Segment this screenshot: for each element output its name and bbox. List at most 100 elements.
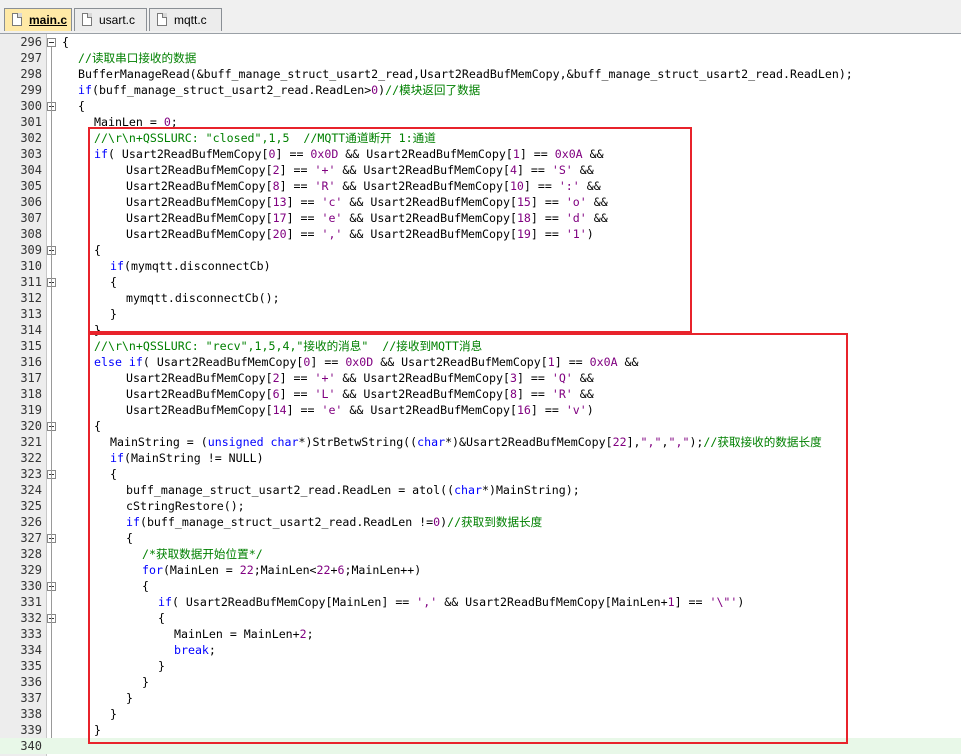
code-token: 14 — [272, 403, 287, 417]
code-line[interactable]: 315 //\r\n+QSSLURC: "recv",1,5,4,"接收的消息" … — [0, 338, 961, 354]
code-line[interactable]: 325 cStringRestore(); — [0, 498, 961, 514]
line-number: 313 — [20, 307, 42, 321]
code-line[interactable]: 332 { — [0, 610, 961, 626]
line-number: 312 — [20, 291, 42, 305]
code-line[interactable]: 296 { — [0, 34, 961, 50]
code-line[interactable]: 317 Usart2ReadBufMemCopy[2] == '+' && Usa… — [0, 370, 961, 386]
code-line[interactable]: 303 if( Usart2ReadBufMemCopy[0] == 0x0D &… — [0, 146, 961, 162]
code-token: ( Usart2ReadBufMemCopy[MainLen] == — [171, 595, 417, 609]
tab-mqtt-c[interactable]: mqtt.c — [149, 8, 222, 31]
code-token: 'R' — [314, 179, 336, 193]
line-number: 339 — [20, 723, 42, 737]
code-line[interactable]: 319 Usart2ReadBufMemCopy[14] == 'e' && Us… — [0, 402, 961, 418]
code-token: 22 — [612, 435, 627, 449]
code-line[interactable]: 324 buff_manage_struct_usart2_read.ReadLe… — [0, 482, 961, 498]
code-line[interactable]: 331 if( Usart2ReadBufMemCopy[MainLen] == … — [0, 594, 961, 610]
line-number: 308 — [20, 227, 42, 241]
code-line[interactable]: 329 for(MainLen = 22;MainLen<22+6;MainLen… — [0, 562, 961, 578]
code-token: ] == — [279, 179, 315, 193]
code-line[interactable]: 338} — [0, 706, 961, 722]
code-text: } — [126, 690, 133, 706]
line-number: 320 — [20, 419, 42, 433]
code-line[interactable]: 297 //读取串口接收的数据 — [0, 50, 961, 66]
line-number: 334 — [20, 643, 42, 657]
code-line[interactable]: 300 { — [0, 98, 961, 114]
code-token: && — [572, 387, 594, 401]
line-number: 300 — [20, 99, 42, 113]
code-token: 13 — [272, 195, 287, 209]
code-line[interactable]: 310 if(mymqtt.disconnectCb) — [0, 258, 961, 274]
code-token: { — [94, 243, 101, 257]
tab-main-c[interactable]: main.c — [4, 8, 72, 31]
code-line[interactable]: 309 { — [0, 242, 961, 258]
code-line[interactable]: 333 MainLen = MainLen+2; — [0, 626, 961, 642]
code-line[interactable]: 306 Usart2ReadBufMemCopy[13] == 'c' && Us… — [0, 194, 961, 210]
code-token: ], — [626, 435, 641, 449]
code-text: break; — [174, 642, 216, 658]
code-line[interactable]: 321 MainString = (unsigned char*)StrBetwS… — [0, 434, 961, 450]
line-number: 336 — [20, 675, 42, 689]
line-number: 327 — [20, 531, 42, 545]
code-line[interactable]: 311 { — [0, 274, 961, 290]
code-token: 0x0A — [554, 147, 583, 161]
line-number: 333 — [20, 627, 42, 641]
fold-toggle-icon[interactable] — [47, 38, 56, 47]
code-token: 2 — [272, 163, 280, 177]
code-line[interactable]: 305 Usart2ReadBufMemCopy[8] == 'R' && Usa… — [0, 178, 961, 194]
line-number: 331 — [20, 595, 42, 609]
code-token: ] == — [279, 163, 315, 177]
code-token: ] == — [519, 147, 555, 161]
code-line[interactable]: 304 Usart2ReadBufMemCopy[2] == '+' && Usa… — [0, 162, 961, 178]
code-token: /*获取数据开始位置*/ — [142, 547, 263, 561]
code-token: { — [142, 579, 149, 593]
line-number: 299 — [20, 83, 42, 97]
code-text: { — [142, 578, 149, 594]
code-token: if — [78, 83, 92, 97]
tab-usart-c[interactable]: usart.c — [74, 8, 147, 31]
code-line[interactable]: 313} — [0, 306, 961, 322]
code-line[interactable]: 301 MainLen = 0; — [0, 114, 961, 130]
code-line[interactable]: 323 { — [0, 466, 961, 482]
code-token: ( Usart2ReadBufMemCopy[ — [107, 147, 269, 161]
code-token: 0 — [268, 147, 276, 161]
code-line[interactable]: 302 //\r\n+QSSLURC: "closed",1,5 //MQTT通道… — [0, 130, 961, 146]
code-token: Usart2ReadBufMemCopy[ — [126, 387, 273, 401]
code-line[interactable]: 307 Usart2ReadBufMemCopy[17] == 'e' && Us… — [0, 210, 961, 226]
code-token: 3 — [509, 371, 517, 385]
code-token: '+' — [314, 371, 336, 385]
code-line[interactable]: 314} — [0, 322, 961, 338]
code-token: if — [110, 259, 124, 273]
code-line[interactable]: 320 { — [0, 418, 961, 434]
code-token: (buff_manage_struct_usart2_read.ReadLen> — [91, 83, 372, 97]
code-text: } — [158, 658, 165, 674]
code-line[interactable]: 308 Usart2ReadBufMemCopy[20] == ',' && Us… — [0, 226, 961, 242]
code-line[interactable]: 337} — [0, 690, 961, 706]
code-line[interactable]: 328 /*获取数据开始位置*/ — [0, 546, 961, 562]
code-line[interactable]: 327 { — [0, 530, 961, 546]
code-line[interactable]: 335} — [0, 658, 961, 674]
code-line[interactable]: 316 else if( Usart2ReadBufMemCopy[0] == 0… — [0, 354, 961, 370]
code-text: { — [78, 98, 85, 114]
code-line[interactable]: 312 mymqtt.disconnectCb(); — [0, 290, 961, 306]
code-line[interactable]: 322 if(MainString != NULL) — [0, 450, 961, 466]
code-token: ] == — [279, 371, 315, 385]
code-line[interactable]: 298 BufferManageRead(&buff_manage_struct_… — [0, 66, 961, 82]
code-token: ;MainLen< — [253, 563, 317, 577]
code-token: 22 — [316, 563, 331, 577]
code-token: 'e' — [321, 403, 343, 417]
code-token: ] == — [275, 147, 311, 161]
code-token: MainLen = — [94, 115, 164, 129]
code-line[interactable]: 336} — [0, 674, 961, 690]
code-token: ) — [586, 403, 594, 417]
code-text: BufferManageRead(&buff_manage_struct_usa… — [78, 66, 853, 82]
code-line[interactable]: 318 Usart2ReadBufMemCopy[6] == 'L' && Usa… — [0, 386, 961, 402]
code-token: 22 — [239, 563, 254, 577]
code-line[interactable]: 334 break; — [0, 642, 961, 658]
code-line[interactable]: 326 if(buff_manage_struct_usart2_read.Rea… — [0, 514, 961, 530]
code-token: && Usart2ReadBufMemCopy[ — [335, 387, 510, 401]
code-token: 15 — [516, 195, 531, 209]
code-line[interactable]: 339} — [0, 722, 961, 738]
code-line[interactable]: 340 — [0, 738, 961, 754]
code-line[interactable]: 299 if(buff_manage_struct_usart2_read.Rea… — [0, 82, 961, 98]
code-line[interactable]: 330 { — [0, 578, 961, 594]
